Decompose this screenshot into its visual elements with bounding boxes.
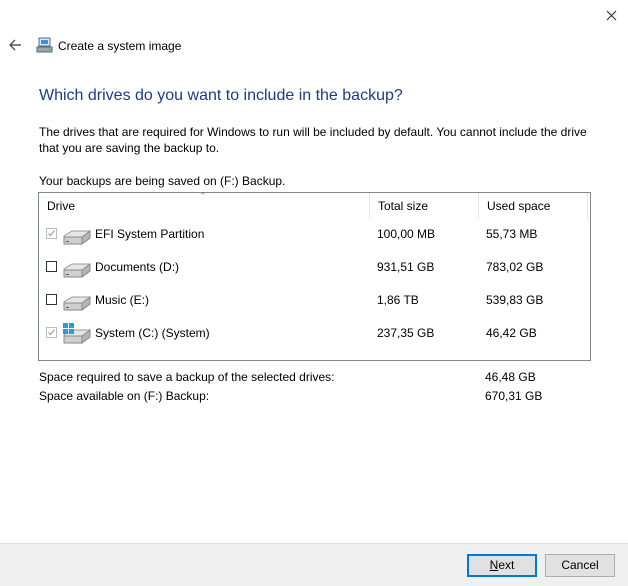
drive-name: System (C:) (System) bbox=[95, 326, 210, 340]
window-title: Create a system image bbox=[58, 39, 182, 53]
checkmark-icon bbox=[48, 230, 56, 237]
drive-name: EFI System Partition bbox=[95, 227, 205, 241]
drive-icon bbox=[61, 289, 91, 315]
description-text: The drives that are required for Windows… bbox=[39, 125, 587, 155]
drive-name: Documents (D:) bbox=[95, 260, 180, 274]
back-arrow-icon bbox=[9, 39, 21, 51]
sort-arrow-icon: ⌃ bbox=[199, 191, 207, 201]
drive-row[interactable]: Music (E:) 1,86 TB 539,83 GB bbox=[39, 285, 588, 318]
drive-row[interactable]: EFI System Partition 100,00 MB 55,73 MB bbox=[39, 219, 588, 252]
backup-location-text: Your backups are being saved on (F:) Bac… bbox=[39, 174, 286, 188]
close-button[interactable] bbox=[600, 6, 622, 26]
next-button-label: ext bbox=[498, 558, 515, 572]
close-icon bbox=[606, 10, 617, 21]
column-header-used-label: Used space bbox=[487, 199, 551, 213]
backup-app-icon bbox=[36, 36, 54, 54]
drive-total-size: 100,00 MB bbox=[377, 227, 436, 241]
next-button[interactable]: Next bbox=[467, 554, 537, 577]
drive-total-size: 931,51 GB bbox=[377, 260, 435, 274]
space-available-label: Space available on (F:) Backup: bbox=[39, 389, 210, 403]
drive-total-size: 1,86 TB bbox=[377, 293, 419, 307]
drive-name: Music (E:) bbox=[95, 293, 149, 307]
drive-used-space: 46,42 GB bbox=[486, 326, 537, 340]
drive-used-space: 539,83 GB bbox=[486, 293, 544, 307]
drive-icon bbox=[61, 256, 91, 282]
space-available-value: 670,31 GB bbox=[485, 389, 543, 403]
drive-checkbox[interactable] bbox=[46, 228, 57, 239]
checkmark-icon bbox=[48, 329, 56, 336]
drive-row[interactable]: System (C:) (System) 237,35 GB 46,42 GB bbox=[39, 318, 588, 351]
page-heading: Which drives do you want to include in t… bbox=[39, 87, 403, 104]
drive-checkbox[interactable] bbox=[46, 327, 57, 338]
drive-used-space: 783,02 GB bbox=[486, 260, 544, 274]
drive-row[interactable]: Documents (D:) 931,51 GB 783,02 GB bbox=[39, 252, 588, 285]
column-header-total-size[interactable]: Total size bbox=[370, 193, 479, 219]
space-required-value: 46,48 GB bbox=[485, 370, 536, 384]
drive-total-size: 237,35 GB bbox=[377, 326, 435, 340]
drive-used-space: 55,73 MB bbox=[486, 227, 538, 241]
button-bar: Next Cancel bbox=[0, 543, 628, 586]
drive-checkbox[interactable] bbox=[46, 294, 57, 305]
cancel-button[interactable]: Cancel bbox=[545, 554, 615, 577]
column-header-drive-label: Drive bbox=[47, 199, 76, 213]
column-header-used-space[interactable]: Used space bbox=[479, 193, 588, 219]
drive-list[interactable]: ⌃ Drive Total size Used space EFI System… bbox=[38, 191, 591, 361]
column-header-drive[interactable]: ⌃ Drive bbox=[39, 191, 370, 219]
space-required-label: Space required to save a backup of the s… bbox=[39, 370, 335, 384]
back-button[interactable] bbox=[6, 35, 26, 55]
drive-icon bbox=[61, 223, 91, 249]
windows-drive-icon bbox=[61, 322, 91, 348]
column-header-total-label: Total size bbox=[378, 199, 429, 213]
drive-checkbox[interactable] bbox=[46, 261, 57, 272]
